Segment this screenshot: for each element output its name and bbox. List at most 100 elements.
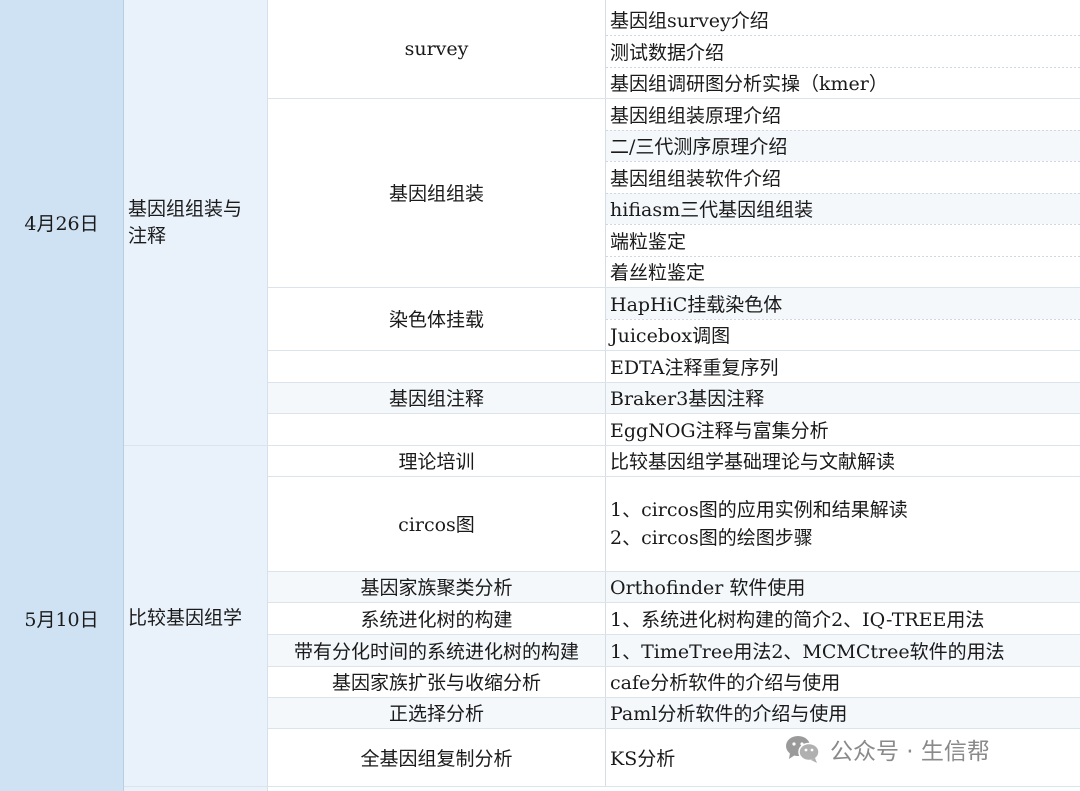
detail-label: 1、circos图的应用实例和结果解读 bbox=[610, 498, 908, 521]
detail-label: EggNOG注释与富集分析 bbox=[610, 419, 829, 442]
detail-label: 二/三代测序原理介绍 bbox=[610, 136, 788, 158]
topic-label: 正选择分析 bbox=[388, 703, 484, 725]
detail-label: Juicebox调图 bbox=[610, 325, 731, 347]
date-cell-may10: 5月10日 bbox=[0, 445, 124, 791]
detail-label: Braker3基因注释 bbox=[610, 388, 765, 410]
detail-cell: cafe分析软件的介绍与使用 bbox=[606, 666, 1080, 697]
row-divider bbox=[268, 287, 1080, 288]
detail-cell: 基因组组装软件介绍 bbox=[606, 161, 1080, 193]
topic-cell-blank bbox=[268, 350, 606, 382]
topic-cell-theory: 理论培训 bbox=[268, 445, 606, 476]
detail-cell: HapHiC挂载染色体 bbox=[606, 287, 1080, 319]
detail-cell: 测试数据介绍 bbox=[606, 35, 1080, 67]
module-cell-assembly-annotation: 基因组组装与注释 bbox=[124, 0, 268, 445]
detail-label: cafe分析软件的介绍与使用 bbox=[610, 672, 841, 694]
row-divider bbox=[268, 697, 1080, 698]
detail-cell: Paml分析软件的介绍与使用 bbox=[606, 697, 1080, 728]
topic-cell-family-cluster: 基因家族聚类分析 bbox=[268, 571, 606, 602]
detail-cell: 1、TimeTree用法2、MCMCtree软件的用法 bbox=[606, 634, 1080, 666]
detail-cell: Juicebox调图 bbox=[606, 319, 1080, 350]
row-divider bbox=[606, 224, 1080, 225]
wechat-icon bbox=[786, 736, 820, 763]
row-divider bbox=[268, 602, 1080, 603]
topic-label: survey bbox=[404, 38, 469, 60]
detail-cell: hifiasm三代基因组组装 bbox=[606, 193, 1080, 224]
detail-label: Paml分析软件的介绍与使用 bbox=[610, 703, 848, 725]
row-divider bbox=[268, 634, 1080, 635]
detail-label: 着丝粒鉴定 bbox=[610, 262, 706, 284]
detail-cell-multiline: 1、circos图的应用实例和结果解读 2、circos图的绘图步骤 bbox=[606, 476, 1080, 571]
topic-label: 基因组注释 bbox=[388, 388, 484, 410]
detail-label: 基因组survey介绍 bbox=[610, 9, 769, 32]
topic-label: 理论培训 bbox=[398, 451, 475, 473]
detail-cell: 端粒鉴定 bbox=[606, 224, 1080, 256]
topic-label: circos图 bbox=[398, 514, 475, 536]
row-divider bbox=[268, 413, 1080, 414]
row-divider bbox=[268, 382, 1080, 383]
module-label: 基因组组装与注释 bbox=[128, 198, 243, 247]
detail-label: 1、TimeTree用法2、MCMCtree软件的用法 bbox=[610, 640, 1005, 663]
row-divider bbox=[268, 666, 1080, 667]
row-divider bbox=[606, 256, 1080, 257]
topic-label: 基因家族聚类分析 bbox=[360, 577, 513, 599]
detail-cell: 着丝粒鉴定 bbox=[606, 256, 1080, 287]
topic-label: 染色体挂载 bbox=[388, 309, 484, 331]
detail-label: 基因组调研图分析实操（kmer） bbox=[610, 73, 888, 95]
topic-cell-positive-selection: 正选择分析 bbox=[268, 697, 606, 728]
detail-cell: 比较基因组学基础理论与文献解读 bbox=[606, 445, 1080, 476]
detail-label: HapHiC挂载染色体 bbox=[610, 293, 783, 316]
topic-cell-assembly: 基因组组装 bbox=[268, 98, 606, 287]
detail-cell: 基因组survey介绍 bbox=[606, 3, 1080, 35]
course-schedule-table: 4月26日 5月10日 基因组组装与注释 比较基因组学 survey 基因组组装… bbox=[0, 0, 1080, 791]
topic-cell-circos: circos图 bbox=[268, 476, 606, 571]
detail-label: 比较基因组学基础理论与文献解读 bbox=[610, 451, 896, 473]
topic-cell-chromosome: 染色体挂载 bbox=[268, 287, 606, 350]
detail-cell: Orthofinder 软件使用 bbox=[606, 571, 1080, 602]
detail-label: 测试数据介绍 bbox=[610, 41, 725, 64]
detail-label: 基因组组装原理介绍 bbox=[610, 104, 782, 127]
detail-cell: Braker3基因注释 bbox=[606, 382, 1080, 413]
topic-label: 基因组组装 bbox=[388, 183, 484, 205]
topic-cell-survey: survey bbox=[268, 0, 606, 98]
row-divider bbox=[268, 571, 1080, 572]
topic-cell-blank bbox=[268, 413, 606, 445]
row-divider bbox=[606, 35, 1080, 36]
row-divider bbox=[124, 786, 1080, 787]
detail-cell: 基因组调研图分析实操（kmer） bbox=[606, 67, 1080, 98]
detail-cell: EDTA注释重复序列 bbox=[606, 350, 1080, 382]
detail-cell: 基因组组装原理介绍 bbox=[606, 98, 1080, 130]
topic-label: 系统进化树的构建 bbox=[360, 608, 513, 631]
date-label: 5月10日 bbox=[24, 608, 99, 631]
detail-label: KS分析 bbox=[610, 747, 676, 770]
detail-label: 2、circos图的绘图步骤 bbox=[610, 526, 813, 549]
row-divider bbox=[606, 193, 1080, 194]
topic-label: 带有分化时间的系统进化树的构建 bbox=[293, 640, 579, 663]
module-cell-comparative-genomics: 比较基因组学 bbox=[124, 445, 268, 791]
topic-cell-annotation: 基因组注释 bbox=[268, 382, 606, 413]
detail-cell: 二/三代测序原理介绍 bbox=[606, 130, 1080, 161]
watermark: 公众号 · 生信帮 bbox=[784, 728, 1054, 770]
row-divider bbox=[268, 98, 1080, 99]
topic-cell-dated-tree: 带有分化时间的系统进化树的构建 bbox=[268, 634, 606, 666]
topic-label: 基因家族扩张与收缩分析 bbox=[331, 672, 541, 694]
row-divider bbox=[606, 67, 1080, 68]
detail-cell: EggNOG注释与富集分析 bbox=[606, 413, 1080, 445]
row-divider bbox=[124, 445, 1080, 446]
topic-cell-wgd: 全基因组复制分析 bbox=[268, 728, 606, 786]
row-divider bbox=[268, 350, 1080, 351]
watermark-text: 公众号 · 生信帮 bbox=[830, 739, 990, 765]
detail-label: Orthofinder 软件使用 bbox=[610, 577, 806, 599]
detail-label: EDTA注释重复序列 bbox=[610, 356, 779, 379]
date-label: 4月26日 bbox=[24, 213, 99, 235]
date-cell-apr26: 4月26日 bbox=[0, 0, 124, 445]
topic-cell-family-expansion: 基因家族扩张与收缩分析 bbox=[268, 666, 606, 697]
row-divider bbox=[268, 476, 1080, 477]
detail-label: 1、系统进化树构建的简介2、IQ-TREE用法 bbox=[610, 608, 985, 631]
detail-label: 基因组组装软件介绍 bbox=[610, 167, 782, 190]
topic-label: 全基因组复制分析 bbox=[360, 747, 513, 770]
row-divider bbox=[606, 319, 1080, 320]
module-label: 比较基因组学 bbox=[128, 606, 243, 629]
detail-cell: 1、系统进化树构建的简介2、IQ-TREE用法 bbox=[606, 602, 1080, 634]
detail-label: hifiasm三代基因组组装 bbox=[610, 199, 814, 221]
row-divider bbox=[606, 130, 1080, 131]
